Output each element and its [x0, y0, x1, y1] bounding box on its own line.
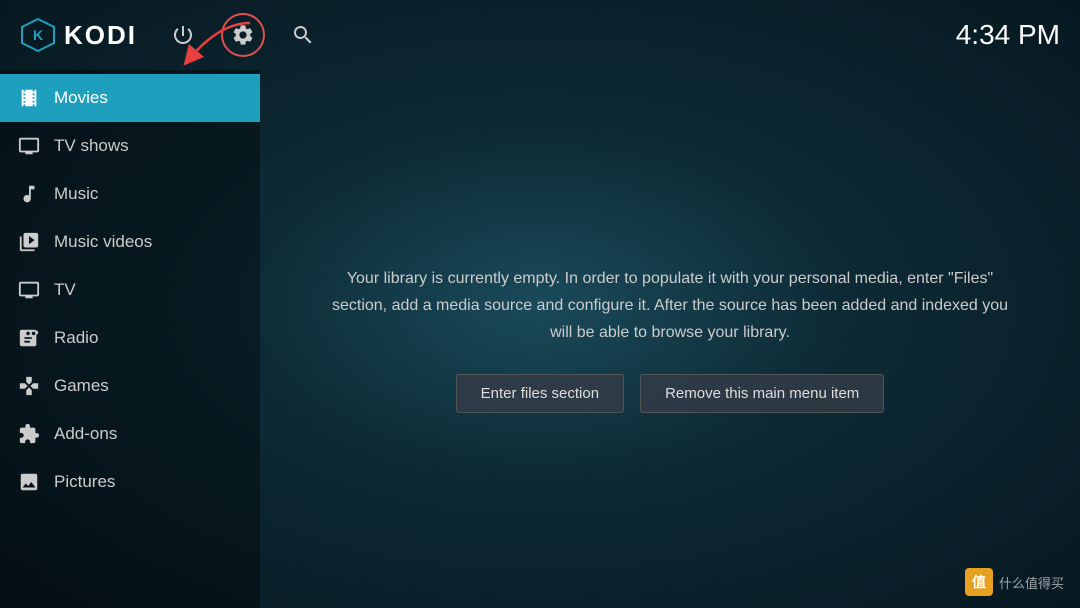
search-icon — [291, 23, 315, 47]
time-display: 4:34 PM — [956, 19, 1060, 51]
pictures-icon — [18, 471, 40, 493]
sidebar-item-addons[interactable]: Add-ons — [0, 410, 260, 458]
content-area: Your library is currently empty. In orde… — [260, 70, 1080, 608]
sidebar-label-movies: Movies — [54, 88, 108, 108]
sidebar-label-tv: TV — [54, 280, 76, 300]
sidebar-label-radio: Radio — [54, 328, 98, 348]
main-layout: Movies TV shows Music Music videos TV — [0, 70, 1080, 608]
remove-menu-item-button[interactable]: Remove this main menu item — [640, 374, 884, 413]
games-icon — [18, 375, 40, 397]
sidebar: Movies TV shows Music Music videos TV — [0, 70, 260, 608]
empty-library-message: Your library is currently empty. In orde… — [320, 265, 1020, 347]
sidebar-label-games: Games — [54, 376, 109, 396]
sidebar-item-games[interactable]: Games — [0, 362, 260, 410]
tvshows-icon — [18, 135, 40, 157]
svg-text:K: K — [33, 27, 43, 43]
sidebar-label-pictures: Pictures — [54, 472, 115, 492]
sidebar-item-tvshows[interactable]: TV shows — [0, 122, 260, 170]
sidebar-label-tvshows: TV shows — [54, 136, 129, 156]
kodi-logo-icon: K — [20, 17, 56, 53]
kodi-logo: K KODI — [20, 17, 137, 53]
sidebar-item-radio[interactable]: Radio — [0, 314, 260, 362]
movies-icon — [18, 87, 40, 109]
sidebar-label-music: Music — [54, 184, 98, 204]
enter-files-button[interactable]: Enter files section — [456, 374, 624, 413]
tv-icon — [18, 279, 40, 301]
sidebar-item-music[interactable]: Music — [0, 170, 260, 218]
musicvideos-icon — [18, 231, 40, 253]
sidebar-item-pictures[interactable]: Pictures — [0, 458, 260, 506]
header: K KODI — [0, 0, 1080, 70]
sidebar-label-musicvideos: Music videos — [54, 232, 152, 252]
sidebar-item-musicvideos[interactable]: Music videos — [0, 218, 260, 266]
addons-icon — [18, 423, 40, 445]
content-buttons: Enter files section Remove this main men… — [456, 374, 885, 413]
sidebar-item-tv[interactable]: TV — [0, 266, 260, 314]
app-title: KODI — [64, 20, 137, 51]
watermark-text: 什么值得买 — [999, 573, 1064, 592]
music-icon — [18, 183, 40, 205]
watermark: 值 什么值得买 — [965, 568, 1064, 596]
radio-icon — [18, 327, 40, 349]
search-button[interactable] — [283, 15, 323, 55]
sidebar-label-addons: Add-ons — [54, 424, 117, 444]
watermark-logo: 值 — [965, 568, 993, 596]
arrow-annotation — [170, 18, 270, 83]
